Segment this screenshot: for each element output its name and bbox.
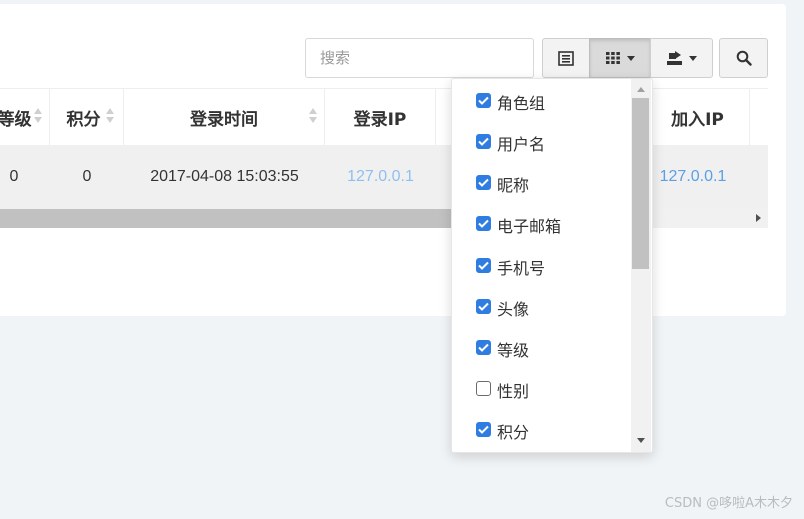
sort-icon	[106, 108, 114, 126]
column-toggle-label: 电子邮箱	[497, 217, 562, 236]
checkbox[interactable]	[476, 257, 491, 273]
export-icon	[667, 51, 682, 65]
scroll-down-icon[interactable]	[637, 438, 645, 443]
column-header-label: 加入IP	[671, 109, 724, 130]
column-toggle-email[interactable]: 电子邮箱	[476, 213, 561, 237]
cell-join-ip-link[interactable]: 127.0.0.1	[636, 145, 750, 209]
column-toggle-label: 积分	[497, 423, 530, 442]
export-button[interactable]	[650, 38, 713, 78]
column-header-label: 积分	[66, 109, 101, 130]
search-button[interactable]	[719, 38, 768, 78]
column-toggle-label: 等级	[497, 341, 530, 360]
check-icon	[478, 178, 489, 187]
column-toggle-level[interactable]: 等级	[476, 337, 529, 361]
column-toggle-role-group[interactable]: 角色组	[476, 90, 545, 114]
sort-icon	[309, 108, 317, 126]
check-icon	[478, 343, 489, 352]
check-icon	[478, 261, 489, 270]
column-toggle-nickname[interactable]: 昵称	[476, 172, 529, 196]
toggle-view-button[interactable]	[542, 38, 590, 78]
watermark: CSDN @哆啦A木木夕	[664, 496, 793, 511]
cell-login-ip-link[interactable]: 127.0.0.1	[325, 145, 436, 209]
cell-login-time: 2017-04-08 15:03:55	[150, 168, 299, 185]
column-toggle-label: 头像	[497, 300, 530, 319]
list-view-icon	[558, 50, 574, 66]
column-header-label: 登录IP	[353, 109, 407, 130]
checkbox[interactable]	[476, 133, 491, 149]
check-icon	[478, 425, 489, 434]
columns-dropdown-menu: 角色组 用户名 昵称 电子邮箱 手机号 头像 等级 性别 积分	[451, 78, 653, 453]
scroll-up-icon[interactable]	[637, 87, 645, 92]
scroll-right-icon[interactable]	[756, 214, 761, 222]
scrollbar-thumb[interactable]	[0, 209, 451, 228]
column-header-label: 等级	[0, 109, 32, 130]
column-toggle-label: 手机号	[497, 259, 546, 278]
column-header-login-time[interactable]: 登录时间	[124, 89, 325, 145]
column-toggle-label: 昵称	[497, 176, 530, 195]
search-icon	[736, 50, 752, 66]
checkbox[interactable]	[476, 339, 491, 355]
column-toggle-label: 性别	[497, 382, 530, 401]
check-icon	[478, 302, 489, 311]
check-icon	[478, 96, 489, 105]
cell-score: 0	[82, 168, 92, 185]
columns-grid-icon	[606, 52, 620, 64]
column-toggle-mobile[interactable]: 手机号	[476, 255, 545, 279]
check-icon	[478, 137, 489, 146]
column-toggle-avatar[interactable]: 头像	[476, 296, 529, 320]
checkbox[interactable]	[476, 92, 491, 108]
chevron-down-icon	[627, 55, 635, 61]
column-header-level[interactable]: 等级	[0, 89, 50, 145]
column-toggle-gender[interactable]: 性别	[476, 378, 529, 402]
column-toggle-label: 用户名	[497, 135, 546, 154]
column-header-join-ip[interactable]: 加入IP	[636, 89, 750, 145]
column-toggle-username[interactable]: 用户名	[476, 131, 545, 155]
column-toggle-score[interactable]: 积分	[476, 419, 529, 443]
checkbox[interactable]	[476, 380, 491, 396]
checkbox[interactable]	[476, 421, 491, 437]
column-header-score[interactable]: 积分	[50, 89, 124, 145]
column-header-label: 登录时间	[190, 109, 258, 130]
sort-icon	[34, 108, 42, 126]
check-icon	[478, 219, 489, 228]
checkbox[interactable]	[476, 174, 491, 190]
checkbox[interactable]	[476, 215, 491, 231]
vertical-scrollbar[interactable]	[631, 79, 651, 452]
chevron-down-icon	[689, 55, 697, 61]
checkbox[interactable]	[476, 298, 491, 314]
cell-level: 0	[9, 168, 19, 185]
scrollbar-thumb[interactable]	[632, 98, 649, 269]
column-header-login-ip[interactable]: 登录IP	[325, 89, 436, 145]
columns-button[interactable]	[589, 38, 651, 78]
search-input[interactable]	[305, 38, 534, 78]
column-toggle-label: 角色组	[497, 94, 546, 113]
